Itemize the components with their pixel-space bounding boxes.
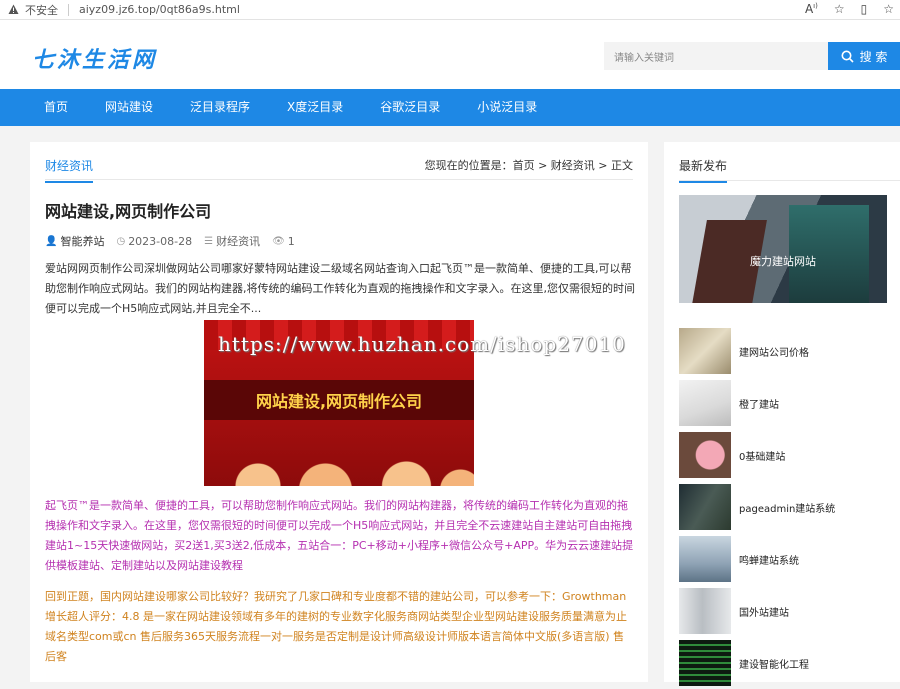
list-item[interactable]: 国外站建站: [679, 585, 835, 637]
list-item-title[interactable]: 橙了建站: [739, 396, 779, 411]
breadcrumb: 财经资讯 您现在的位置是：首页 > 财经资讯 > 正文: [45, 142, 633, 183]
article-meta: 👤 智能养站 ◷ 2023-08-28 ☰ 财经资讯 👁 1: [45, 233, 295, 249]
split-screen-icon[interactable]: ▯: [861, 2, 868, 16]
user-icon: 👤: [45, 235, 58, 247]
nav-website-build[interactable]: 网站建设: [105, 89, 153, 126]
banner-text: 网站建设,网页制作公司: [255, 392, 423, 411]
featured-post-title[interactable]: 魔力建站网站: [679, 253, 887, 269]
thumbnail-money[interactable]: [679, 328, 731, 374]
list-item-title[interactable]: 国外站建站: [739, 604, 789, 619]
article-paragraph-purple: 起飞页™是一款简单、便捷的工具，可以帮助您制作响应式网站。我们的网站构建器，将传…: [45, 499, 634, 572]
sidebar: 最新发布 魔力建站网站 建网站公司价格 橙了建站 0基础建站 pageadmin…: [664, 142, 900, 686]
list-item[interactable]: 建网站公司价格: [679, 325, 835, 377]
article-category[interactable]: 财经资讯: [216, 233, 260, 249]
thumbnail-stock-board[interactable]: [679, 640, 731, 686]
read-aloud-icon[interactable]: Aı): [805, 2, 818, 16]
nav-x-catalog[interactable]: X度泛目录: [287, 89, 343, 126]
category-tab[interactable]: 财经资讯: [45, 157, 94, 183]
location-path: 您现在的位置是：首页 > 财经资讯 > 正文: [425, 157, 633, 173]
search-button-label: 搜 索: [859, 49, 888, 64]
article-paragraph-orange: 回到正题，国内网站建设哪家公司比较好？我研究了几家口碑和专业度都不错的建站公司，…: [45, 590, 627, 663]
search-icon: [841, 50, 854, 63]
list-icon: ☰: [204, 235, 214, 247]
divider: [679, 180, 900, 181]
warning-icon[interactable]: [8, 4, 19, 15]
browser-toolbar: Aı) ☆ ▯ ☆: [805, 2, 894, 16]
main-nav: 首页 网站建设 泛目录程序 X度泛目录 谷歌泛目录 小说泛目录: [0, 89, 900, 126]
list-item-title[interactable]: 建网站公司价格: [739, 344, 809, 359]
location-prefix: 您现在的位置是：: [424, 159, 513, 172]
article-title: 网站建设,网页制作公司: [45, 202, 212, 221]
featured-post[interactable]: 魔力建站网站: [679, 195, 887, 303]
list-item-title[interactable]: pageadmin建站系统: [739, 500, 835, 515]
list-item[interactable]: 橙了建站: [679, 377, 835, 429]
view-count: 1: [287, 234, 295, 248]
list-item[interactable]: 建设智能化工程: [679, 637, 835, 689]
article-panel: 财经资讯 您现在的位置是：首页 > 财经资讯 > 正文 网站建设,网页制作公司 …: [30, 142, 648, 682]
list-item-title[interactable]: 0基础建站: [739, 448, 785, 463]
clock-icon: ◷: [116, 235, 126, 247]
search-button[interactable]: 搜 索: [828, 42, 900, 70]
list-item[interactable]: 0基础建站: [679, 429, 835, 481]
nav-home[interactable]: 首页: [44, 89, 68, 126]
nav-novel-catalog[interactable]: 小说泛目录: [477, 89, 537, 126]
site-logo[interactable]: 七沐生活网: [32, 42, 157, 74]
location-links[interactable]: 首页 > 财经资讯 > 正文: [513, 159, 633, 172]
insecure-label[interactable]: 不安全: [25, 2, 58, 18]
nav-google-catalog[interactable]: 谷歌泛目录: [380, 89, 440, 126]
thumbnail-buildings[interactable]: [679, 484, 731, 530]
list-item[interactable]: 鸣蝉建站系统: [679, 533, 835, 585]
thumbnail-skyline[interactable]: [679, 536, 731, 582]
article-intro: 爱站网网页制作公司深圳做网站公司哪家好蒙特网站建设二级域名网站查询入口起飞页™是…: [45, 262, 635, 315]
recent-posts-list: 建网站公司价格 橙了建站 0基础建站 pageadmin建站系统 鸣蝉建站系统 …: [679, 325, 835, 689]
url-text[interactable]: aiyz09.jz6.top/0qt86a9s.html: [79, 3, 240, 16]
search-input[interactable]: 请输入关键词: [604, 42, 828, 70]
browser-address-bar[interactable]: 不安全 aiyz09.jz6.top/0qt86a9s.html Aı) ☆ ▯…: [0, 0, 900, 20]
list-item-title[interactable]: 建设智能化工程: [739, 656, 809, 671]
site-header: 七沐生活网 请输入关键词 搜 索: [0, 20, 900, 89]
author-name: 智能养站: [60, 235, 105, 248]
divider: [68, 3, 69, 16]
nav-catalog-program[interactable]: 泛目录程序: [190, 89, 250, 126]
eye-icon: 👁: [272, 235, 285, 247]
favorite-star-icon[interactable]: ☆: [834, 2, 845, 16]
thumbnail-keyboard[interactable]: [679, 380, 731, 426]
watermark-text: https://www.huzhan.com/ishop27010: [218, 332, 626, 356]
search-box: 请输入关键词 搜 索: [604, 42, 900, 70]
thumbnail-piggy-bank[interactable]: [679, 432, 731, 478]
list-item[interactable]: pageadmin建站系统: [679, 481, 835, 533]
thumbnail-tower[interactable]: [679, 588, 731, 634]
favorites-icon[interactable]: ☆: [883, 2, 894, 16]
list-item-title[interactable]: 鸣蝉建站系统: [739, 552, 799, 567]
publish-date: 2023-08-28: [128, 234, 193, 248]
cloud-decoration: [204, 446, 474, 486]
